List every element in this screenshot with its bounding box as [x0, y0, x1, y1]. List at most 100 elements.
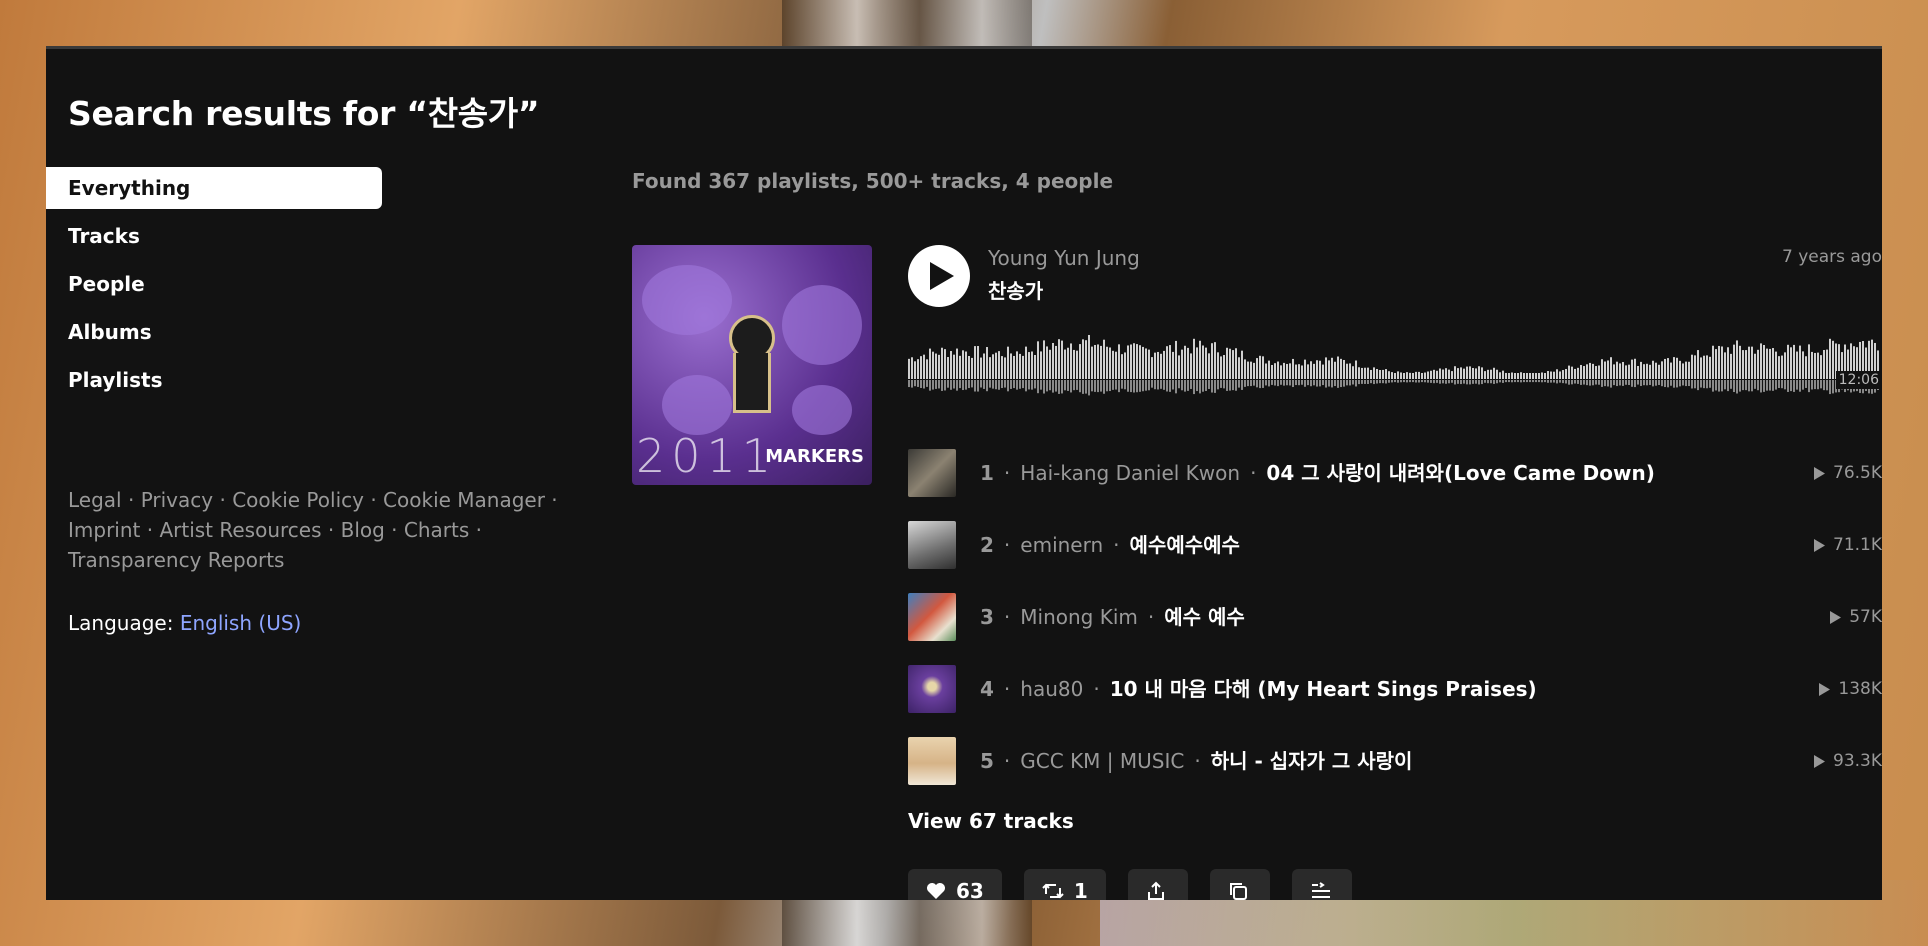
waveform-bar — [1457, 368, 1459, 379]
waveform-bar-reflection — [1415, 380, 1417, 383]
footer-link-cookie-policy[interactable]: Cookie Policy — [232, 488, 364, 512]
waveform-bar-reflection — [1742, 380, 1744, 391]
waveform-bar — [1016, 351, 1018, 379]
waveform-bar — [1805, 356, 1807, 379]
track-artist[interactable]: Hai-kang Daniel Kwon — [1020, 449, 1240, 497]
waveform-bar — [1067, 347, 1069, 379]
waveform-bar-reflection — [1250, 380, 1252, 387]
waveform-bar-reflection — [1109, 380, 1111, 392]
waveform-bar-reflection — [1460, 380, 1462, 385]
waveform-bar — [1412, 373, 1414, 379]
waveform-bar — [1178, 355, 1180, 379]
waveform-bar — [1403, 373, 1405, 379]
waveform-bar — [1700, 357, 1702, 379]
waveform-bar-reflection — [1082, 380, 1084, 394]
waveform-bar — [932, 351, 934, 379]
sidebar-item-tracks[interactable]: Tracks — [46, 215, 382, 257]
track-row[interactable]: 4 · hau80 · 10 내 마음 다해 (My Heart Sings Pra… — [908, 665, 1882, 737]
waveform-bar-reflection — [1202, 380, 1204, 392]
footer-link-artist-resources[interactable]: Artist Resources — [159, 518, 321, 542]
waveform-bar — [1100, 345, 1102, 379]
waveform-bar — [1682, 363, 1684, 379]
track-artist[interactable]: GCC KM | MUSIC — [1020, 737, 1184, 785]
track-name[interactable]: 예수예수예수 — [1130, 521, 1240, 569]
playlist-title[interactable]: 찬송가 — [988, 275, 1043, 304]
waveform-bar-reflection — [1013, 380, 1015, 389]
track-play-count: 93.3K — [1814, 737, 1882, 785]
waveform-bar — [1346, 363, 1348, 379]
waveform-bar — [956, 348, 958, 379]
waveform-bar — [1082, 339, 1084, 379]
track-artist[interactable]: hau80 — [1020, 665, 1083, 713]
track-name[interactable]: 04 그 사랑이 내려와(Love Came Down) — [1266, 449, 1654, 497]
footer-link-legal[interactable]: Legal — [68, 488, 122, 512]
language-link[interactable]: English (US) — [180, 611, 302, 635]
waveform-bar-reflection — [1529, 380, 1531, 383]
waveform-bar-reflection — [1817, 380, 1819, 390]
track-name[interactable]: 예수 예수 — [1164, 593, 1245, 641]
waveform-bar-reflection — [1196, 380, 1198, 392]
waveform-bar-reflection — [1217, 380, 1219, 390]
footer-link-privacy[interactable]: Privacy — [141, 488, 213, 512]
waveform-bar — [1778, 356, 1780, 379]
sidebar-item-playlists[interactable]: Playlists — [46, 359, 382, 401]
playlist-uploader[interactable]: Young Yun Jung — [988, 246, 1140, 270]
play-count-value: 57K — [1849, 607, 1882, 627]
track-row[interactable]: 3 · Minong Kim · 예수 예수 57K — [908, 593, 1882, 665]
track-row[interactable]: 1 · Hai-kang Daniel Kwon · 04 그 사랑이 내려와(Lo… — [908, 449, 1882, 521]
playlist-artwork[interactable]: 2011 MARKERS — [632, 245, 872, 485]
track-row[interactable]: 5 · GCC KM | MUSIC · 하니 - 십자가 그 사랑이 93.3K — [908, 737, 1882, 809]
waveform-bar-reflection — [1505, 380, 1507, 383]
waveform-bar — [1598, 365, 1600, 379]
waveform-bar — [1661, 361, 1663, 379]
track-name[interactable]: 하니 - 십자가 그 사랑이 — [1211, 737, 1413, 785]
waveform-bar — [1514, 373, 1516, 379]
waveform-bar-reflection — [1058, 380, 1060, 394]
waveform-bar-reflection — [917, 380, 919, 387]
play-button[interactable] — [908, 245, 970, 307]
add-to-queue-button[interactable] — [1291, 869, 1352, 900]
waveform-bar — [1316, 360, 1318, 379]
waveform[interactable] — [908, 329, 1882, 413]
view-all-tracks-link[interactable]: View 67 tracks — [908, 809, 1074, 833]
waveform-bar-reflection — [1406, 380, 1408, 383]
waveform-bar — [1751, 346, 1753, 379]
waveform-bar-reflection — [1316, 380, 1318, 387]
share-button[interactable] — [1127, 869, 1188, 900]
footer-link-cookie-manager[interactable]: Cookie Manager — [383, 488, 545, 512]
track-row[interactable]: 2 · eminern · 예수예수예수 71.1K — [908, 521, 1882, 593]
like-button[interactable]: 63 — [908, 869, 1002, 900]
waveform-bar — [1556, 369, 1558, 379]
track-artist[interactable]: eminern — [1020, 521, 1103, 569]
track-name[interactable]: 10 내 마음 다해 (My Heart Sings Praises) — [1110, 665, 1537, 713]
waveform-bar — [1028, 352, 1030, 379]
repost-button[interactable]: 1 — [1023, 869, 1106, 900]
waveform-bar-reflection — [1178, 380, 1180, 389]
waveform-bar — [1628, 364, 1630, 379]
footer-link-blog[interactable]: Blog — [341, 518, 385, 542]
waveform-bar — [1289, 363, 1291, 379]
footer-link-charts[interactable]: Charts — [404, 518, 469, 542]
sidebar-item-albums[interactable]: Albums — [46, 311, 382, 353]
waveform-bar — [1736, 340, 1738, 379]
track-artist[interactable]: Minong Kim — [1020, 593, 1138, 641]
waveform-bar — [1820, 355, 1822, 379]
waveform-bar-reflection — [1733, 380, 1735, 393]
sidebar-item-everything[interactable]: Everything — [46, 167, 382, 209]
waveform-bar-reflection — [1184, 380, 1186, 392]
waveform-bar-reflection — [1562, 380, 1564, 384]
waveform-bar — [1292, 358, 1294, 379]
footer-link-imprint[interactable]: Imprint — [68, 518, 140, 542]
waveform-bar-reflection — [1697, 380, 1699, 391]
waveform-bar — [1619, 363, 1621, 379]
waveform-bar-reflection — [1076, 380, 1078, 390]
copy-link-button[interactable] — [1209, 869, 1270, 900]
waveform-bar — [1391, 372, 1393, 379]
waveform-bar-reflection — [1508, 380, 1510, 383]
waveform-bar-reflection — [1547, 380, 1549, 383]
footer-link-transparency-reports[interactable]: Transparency Reports — [68, 548, 284, 572]
waveform-bar-reflection — [1280, 380, 1282, 385]
sidebar-item-people[interactable]: People — [46, 263, 382, 305]
waveform-bar-reflection — [1496, 380, 1498, 384]
waveform-bar — [1445, 368, 1447, 379]
